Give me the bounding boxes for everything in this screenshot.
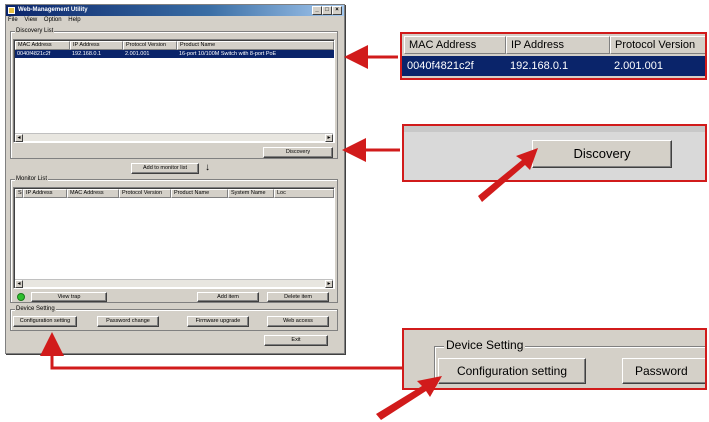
callout-arrows [40, 45, 538, 420]
arrow-config-button [40, 332, 402, 370]
pointer-arrow-discovery [478, 148, 538, 202]
pointer-arrow-config [376, 376, 442, 420]
